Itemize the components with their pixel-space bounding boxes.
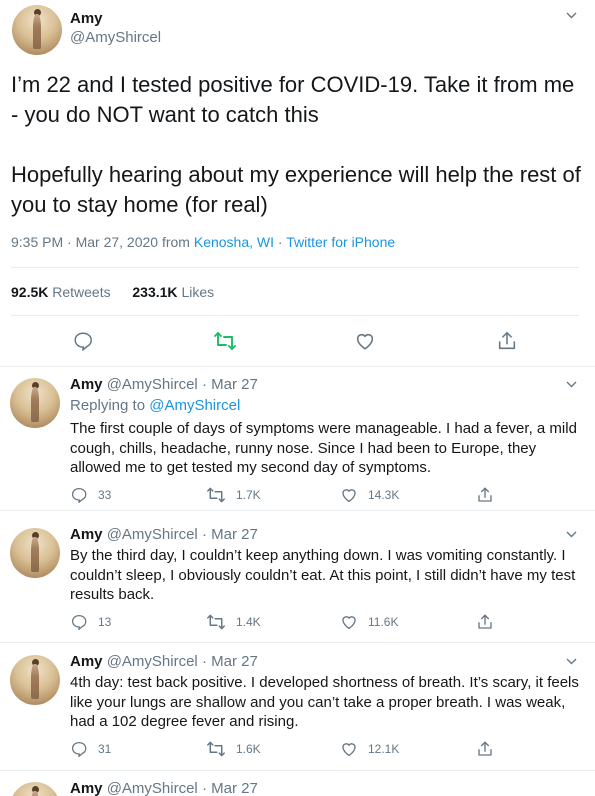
author-name[interactable]: Amy bbox=[70, 10, 103, 27]
like-count[interactable]: 12.1K bbox=[340, 740, 399, 758]
reply-text: The first couple of days of symptoms wer… bbox=[70, 420, 577, 476]
share-icon[interactable] bbox=[476, 613, 504, 631]
location-link[interactable]: Kenosha, WI bbox=[194, 234, 274, 250]
reply-date[interactable]: · Mar 27 bbox=[202, 376, 258, 393]
replying-to: Replying to @AmyShircel bbox=[70, 397, 241, 414]
reply-tweet[interactable]: Amy @AmyShircel · Mar 27 4th day: test b… bbox=[0, 647, 595, 769]
reply-date[interactable]: · Mar 27 bbox=[202, 526, 258, 543]
retweet-count[interactable]: 1.4K bbox=[206, 613, 261, 631]
reply-text: By the third day, I couldn’t keep anythi… bbox=[70, 547, 576, 603]
heart-icon bbox=[342, 743, 356, 757]
divider bbox=[11, 267, 579, 268]
retweet-count[interactable]: 1.6K bbox=[206, 740, 261, 758]
author-handle[interactable]: @AmyShircel bbox=[70, 29, 161, 46]
author-name[interactable]: Amy bbox=[70, 526, 103, 543]
like-count[interactable]: 11.6K bbox=[340, 613, 398, 631]
author-handle[interactable]: @AmyShircel bbox=[107, 526, 198, 543]
reply-text: 4th day: test back positive. I developed… bbox=[70, 674, 579, 730]
heart-icon[interactable] bbox=[354, 330, 376, 352]
reply-icon bbox=[71, 741, 87, 757]
divider bbox=[0, 366, 595, 367]
reply-header: Amy @AmyShircel · Mar 27 bbox=[70, 780, 258, 796]
tweet-text: I’m 22 and I tested positive for COVID-1… bbox=[11, 72, 581, 217]
heart-icon bbox=[342, 489, 356, 503]
tweet-timestamp[interactable]: 9:35 PM · Mar 27, 2020 from bbox=[11, 234, 194, 250]
chevron-down-icon[interactable] bbox=[566, 12, 577, 22]
tweet-stats: 92.5K Retweets 233.1K Likes bbox=[11, 284, 214, 300]
reply-header: Amy @AmyShircel · Mar 27 bbox=[70, 526, 258, 543]
avatar[interactable] bbox=[10, 528, 60, 578]
reply-date[interactable]: · Mar 27 bbox=[202, 653, 258, 670]
reply-icon bbox=[71, 487, 87, 503]
heart-icon bbox=[342, 616, 356, 630]
source-link[interactable]: Twitter for iPhone bbox=[286, 234, 395, 250]
reply-count[interactable]: 13 bbox=[70, 613, 111, 631]
mention-link[interactable]: @AmyShircel bbox=[149, 397, 240, 414]
share-icon[interactable] bbox=[476, 740, 504, 758]
avatar[interactable] bbox=[12, 5, 62, 55]
divider bbox=[0, 642, 595, 643]
share-icon[interactable] bbox=[476, 486, 504, 504]
reply-actions: 13 1.4K 11.6K bbox=[70, 613, 570, 633]
likes-stat[interactable]: 233.1K Likes bbox=[132, 284, 214, 300]
reply-header: Amy @AmyShircel · Mar 27 bbox=[70, 653, 258, 670]
reply-count[interactable]: 33 bbox=[70, 486, 111, 504]
reply-icon[interactable] bbox=[72, 330, 94, 352]
retweet-count[interactable]: 1.7K bbox=[206, 486, 261, 504]
retweet-icon bbox=[207, 614, 225, 630]
chevron-down-icon[interactable] bbox=[566, 531, 577, 541]
chevron-down-icon[interactable] bbox=[566, 658, 577, 668]
reply-header: Amy @AmyShircel · Mar 27 bbox=[70, 376, 258, 393]
retweet-icon bbox=[207, 741, 225, 757]
author-name[interactable]: Amy bbox=[70, 780, 103, 796]
share-icon[interactable] bbox=[496, 330, 518, 352]
author-handle[interactable]: @AmyShircel bbox=[107, 780, 198, 796]
reply-tweet[interactable]: Amy @AmyShircel · Mar 27 By the third da… bbox=[0, 520, 595, 642]
chevron-down-icon[interactable] bbox=[566, 381, 577, 391]
author-handle[interactable]: @AmyShircel bbox=[107, 376, 198, 393]
divider bbox=[0, 510, 595, 511]
avatar[interactable] bbox=[10, 655, 60, 705]
divider bbox=[0, 770, 595, 771]
author-handle[interactable]: @AmyShircel bbox=[107, 653, 198, 670]
retweet-icon bbox=[207, 487, 225, 503]
avatar[interactable] bbox=[10, 782, 60, 796]
like-count[interactable]: 14.3K bbox=[340, 486, 399, 504]
retweet-icon[interactable] bbox=[213, 330, 237, 352]
main-tweet: Amy @AmyShircel I’m 22 and I tested posi… bbox=[0, 0, 595, 366]
tweet-meta: 9:35 PM · Mar 27, 2020 from Kenosha, WI … bbox=[11, 234, 395, 250]
avatar[interactable] bbox=[10, 378, 60, 428]
reply-actions: 31 1.6K 12.1K bbox=[70, 740, 570, 760]
meta-separator: · bbox=[274, 234, 287, 250]
divider bbox=[11, 315, 579, 316]
reply-date[interactable]: · Mar 27 bbox=[202, 780, 258, 796]
author-name[interactable]: Amy bbox=[70, 376, 103, 393]
reply-tweet[interactable]: Amy @AmyShircel · Mar 27 bbox=[0, 774, 595, 796]
reply-actions: 33 1.7K 14.3K bbox=[70, 486, 570, 506]
reply-count[interactable]: 31 bbox=[70, 740, 111, 758]
action-bar bbox=[0, 330, 595, 354]
reply-tweet[interactable]: Amy @AmyShircel · Mar 27 Replying to @Am… bbox=[0, 370, 595, 510]
retweets-stat[interactable]: 92.5K Retweets bbox=[11, 284, 111, 300]
reply-icon bbox=[71, 614, 87, 630]
author-name[interactable]: Amy bbox=[70, 653, 103, 670]
